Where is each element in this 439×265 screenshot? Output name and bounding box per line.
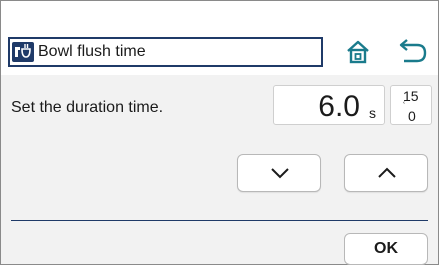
page-title: Bowl flush time — [38, 43, 146, 60]
title-box: Bowl flush time — [8, 37, 323, 67]
bowl-flush-icon — [12, 42, 34, 62]
settings-screen: Bowl flush time Set the duration time. 6… — [0, 0, 439, 265]
duration-range: 15 ʿ 0 — [390, 85, 432, 125]
title-bar: Bowl flush time — [1, 28, 438, 75]
home-icon — [347, 40, 369, 64]
duration-value: 6.0 — [318, 90, 360, 123]
chevron-up-icon — [378, 167, 396, 178]
chevron-down-icon — [271, 168, 289, 179]
back-button[interactable] — [389, 37, 437, 67]
duration-unit: s — [369, 105, 376, 121]
ok-button[interactable]: OK — [344, 233, 428, 265]
increase-button[interactable] — [344, 154, 428, 192]
top-band — [1, 1, 438, 28]
return-icon — [399, 39, 427, 63]
duration-value-display[interactable]: 6.0 s — [273, 85, 385, 125]
range-separator: ʿ — [402, 99, 406, 113]
range-min: 0 — [408, 108, 416, 124]
decrease-button[interactable] — [237, 154, 321, 192]
divider — [11, 220, 428, 221]
duration-row: Set the duration time. 6.0 s 15 ʿ 0 — [1, 75, 438, 135]
home-button[interactable] — [334, 37, 382, 67]
duration-prompt: Set the duration time. — [11, 99, 164, 116]
